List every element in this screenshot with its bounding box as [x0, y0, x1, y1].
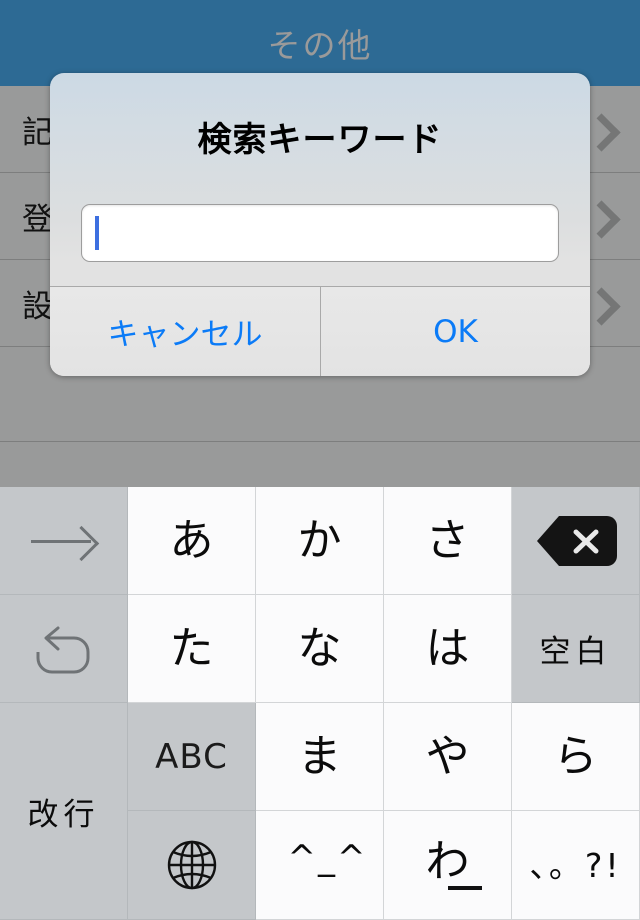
key-label: ま — [297, 730, 342, 782]
key-ya[interactable]: や — [384, 703, 512, 811]
key-label: 空白 — [539, 634, 612, 670]
key-label: な — [297, 622, 342, 674]
dialog-button-bar: キャンセル OK — [50, 286, 590, 376]
key-ka[interactable]: か — [256, 487, 384, 595]
key-label: ABC — [155, 736, 228, 777]
dialog-title: 検索キーワード — [197, 120, 443, 160]
key-a[interactable]: あ — [128, 487, 256, 595]
key-abc-mode[interactable]: ABC — [128, 703, 256, 811]
key-label: ら — [553, 730, 598, 782]
text-caret — [95, 216, 99, 250]
key-ra[interactable]: ら — [512, 703, 640, 811]
dialog-input-wrapper — [81, 204, 559, 262]
search-keyword-dialog: 検索キーワード キャンセル OK — [50, 73, 590, 376]
key-return[interactable]: 改行 — [0, 703, 128, 920]
globe-icon — [163, 836, 221, 894]
key-label: た — [169, 622, 214, 674]
chevron-right-icon — [588, 206, 608, 226]
key-label: か — [297, 514, 342, 566]
key-punctuation[interactable]: 、。?! — [512, 811, 640, 920]
list-bottom-area — [0, 442, 640, 487]
key-globe-language[interactable] — [128, 811, 256, 920]
key-space[interactable]: 空白 — [512, 595, 640, 703]
key-na[interactable]: な — [256, 595, 384, 703]
key-label: ^_^ — [287, 838, 368, 878]
underscore-mark — [447, 886, 482, 890]
key-label: さ — [425, 514, 470, 566]
key-kaomoji[interactable]: ^_^ — [256, 811, 384, 920]
arrow-right-icon — [30, 526, 97, 556]
key-label-wa: わ — [414, 840, 482, 890]
key-label: 改行 — [27, 796, 100, 833]
key-label: あ — [169, 514, 214, 566]
key-wa[interactable]: わ — [384, 811, 512, 920]
undo-icon — [34, 622, 94, 676]
key-undo[interactable] — [0, 595, 128, 703]
chevron-right-icon — [588, 119, 608, 139]
key-label: や — [425, 730, 470, 782]
dialog-body: 検索キーワード — [50, 73, 590, 286]
page-title: その他 — [267, 26, 373, 65]
key-delete[interactable] — [512, 487, 640, 595]
key-ta[interactable]: た — [128, 595, 256, 703]
software-keyboard: あ か さ た な は 空白 ABC ま や ら 改行 ^_^ わ 、。?! — [0, 487, 640, 920]
screen: その他 記事検索 登録 設定 検索キーワード — [0, 0, 640, 920]
cancel-button[interactable]: キャンセル — [50, 287, 320, 376]
key-ha[interactable]: は — [384, 595, 512, 703]
key-label: は — [425, 622, 470, 674]
search-keyword-input[interactable] — [81, 204, 559, 262]
key-ma[interactable]: ま — [256, 703, 384, 811]
delete-backspace-icon — [533, 512, 619, 570]
key-label-kaomoji: ^_^ — [287, 838, 368, 887]
key-label: 、。?! — [529, 845, 622, 885]
key-cursor-right[interactable] — [0, 487, 128, 595]
chevron-right-icon — [588, 293, 608, 313]
ok-button[interactable]: OK — [320, 287, 590, 376]
key-sa[interactable]: さ — [384, 487, 512, 595]
key-label: わ — [425, 836, 470, 887]
